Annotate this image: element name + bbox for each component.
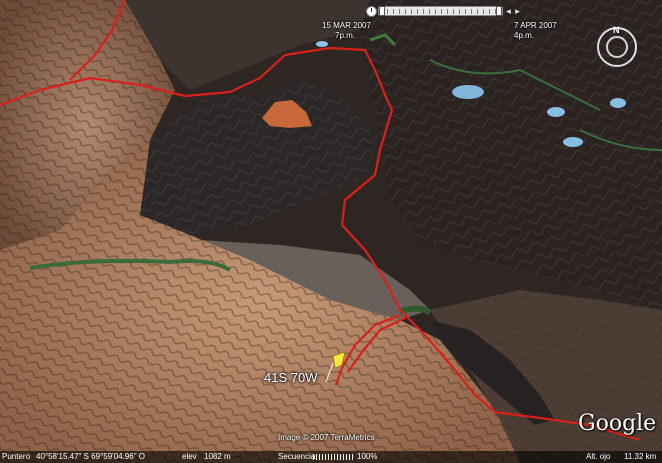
time-slider-panel: ◂ ▸ 15 MAR 2007 7p.m. 7 APR 2007 4p.m. (0, 0, 662, 42)
time-slider-ticks (381, 9, 500, 14)
elevation-label: elev (182, 452, 197, 461)
play-forward-icon[interactable]: ▸ (513, 6, 522, 17)
time-start-date: 15 MAR 2007 (322, 21, 371, 30)
status-bar: Puntero 40°58'15.47" S 69°59'04.96" O el… (0, 451, 662, 463)
google-logo: Google (578, 411, 657, 436)
placemark-label[interactable]: 41S 70W (264, 371, 317, 385)
time-end-time: 4p.m. (514, 31, 535, 40)
elevation-value: 1082 m (204, 452, 231, 461)
step-back-icon[interactable]: ◂ (504, 6, 513, 17)
streaming-percent: 100% (357, 452, 378, 461)
satellite-terrain-view[interactable] (0, 0, 662, 463)
clock-icon[interactable] (366, 6, 377, 17)
streaming-label: Secuencia (278, 452, 316, 461)
time-end-date: 7 APR 2007 (514, 21, 557, 30)
time-slider-start-thumb[interactable] (379, 6, 385, 16)
compass-north-label: N (613, 25, 620, 35)
time-slider-end-thumb[interactable] (496, 6, 502, 16)
eye-altitude-value: 11.32 km (624, 452, 657, 461)
pointer-coordinates: 40°58'15.47" S 69°59'04.96" O (36, 452, 145, 461)
time-slider[interactable] (378, 6, 503, 16)
navigation-ring[interactable] (606, 36, 628, 58)
imagery-copyright: Image © 2007 TerraMetrics (278, 433, 375, 442)
pointer-label: Puntero (2, 452, 31, 461)
eye-altitude-label: Alt. ojo (586, 452, 611, 461)
streaming-progress-bar (313, 454, 355, 460)
compass-icon[interactable]: N (597, 25, 637, 67)
time-start-time: 7p.m. (335, 31, 356, 40)
